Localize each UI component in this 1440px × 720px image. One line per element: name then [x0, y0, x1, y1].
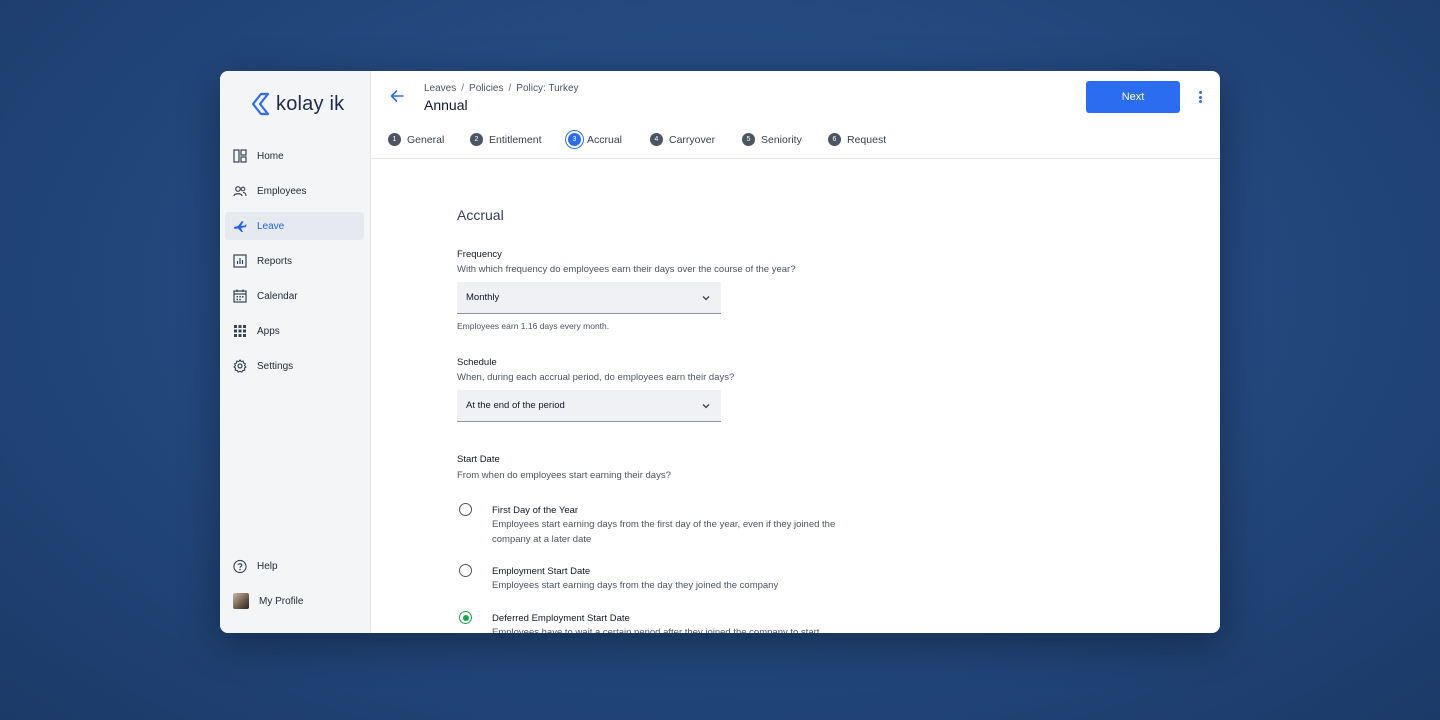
- step-number: 3: [568, 133, 581, 146]
- option-title: Deferred Employment Start Date: [492, 613, 630, 624]
- step-seniority[interactable]: 5 Seniority: [742, 133, 802, 146]
- option-description: Employees have to wait a certain period …: [492, 627, 820, 633]
- schedule-value: At the end of the period: [466, 400, 565, 411]
- schedule-label: Schedule: [457, 357, 497, 368]
- brand-logo[interactable]: kolay ik: [250, 91, 344, 117]
- step-general[interactable]: 1 General: [388, 133, 444, 146]
- sidebar-item-my-profile[interactable]: My Profile: [225, 587, 364, 615]
- step-label: Carryover: [669, 133, 716, 146]
- sidebar-item-home[interactable]: Home: [225, 142, 364, 170]
- back-button[interactable]: [389, 88, 405, 104]
- step-label: Entitlement: [489, 133, 542, 146]
- sidebar-item-label: My Profile: [259, 595, 304, 607]
- step-number: 5: [742, 133, 755, 146]
- breadcrumb-policy[interactable]: Policy: Turkey: [516, 83, 578, 94]
- dashboard-icon: [233, 149, 247, 163]
- sidebar-item-reports[interactable]: Reports: [225, 247, 364, 275]
- main-content: Leaves / Policies / Policy: Turkey Annua…: [371, 71, 1220, 633]
- calendar-icon: [233, 289, 247, 303]
- step-entitlement[interactable]: 2 Entitlement: [470, 133, 542, 146]
- frequency-hint: Employees earn 1.16 days every month.: [457, 321, 610, 331]
- sidebar-item-label: Home: [257, 150, 284, 162]
- option-description: Employees start earning days from the da…: [492, 580, 779, 591]
- step-label: Accrual: [587, 133, 623, 146]
- avatar: [233, 593, 249, 609]
- breadcrumb-leaves[interactable]: Leaves: [424, 83, 456, 94]
- more-options-icon[interactable]: [1195, 89, 1205, 105]
- section-title: Accrual: [457, 207, 504, 223]
- brand-name: kolay ik: [276, 92, 345, 115]
- sidebar-item-label: Apps: [257, 325, 280, 337]
- sidebar: kolay ik Home Employees Leave Reports Ca…: [220, 71, 371, 633]
- breadcrumb-separator: /: [461, 83, 465, 94]
- sidebar-item-label: Settings: [257, 360, 294, 372]
- sidebar-item-label: Employees: [257, 185, 307, 197]
- chevron-down-icon: [702, 404, 710, 409]
- option-title: First Day of the Year: [492, 505, 579, 516]
- page-title: Annual: [424, 97, 468, 113]
- schedule-description: When, during each accrual period, do emp…: [457, 372, 735, 383]
- radio-first-day-of-year[interactable]: [459, 503, 472, 516]
- help-icon: [233, 559, 247, 573]
- sidebar-item-help[interactable]: Help: [225, 552, 364, 580]
- bar-chart-icon: [233, 254, 247, 268]
- frequency-select[interactable]: Monthly: [457, 282, 721, 314]
- frequency-label: Frequency: [457, 249, 502, 260]
- radio-employment-start-date[interactable]: [459, 564, 472, 577]
- chevron-down-icon: [702, 296, 710, 301]
- start-date-description: From when do employees start earning the…: [457, 470, 671, 481]
- frequency-value: Monthly: [466, 292, 500, 303]
- step-label: General: [407, 133, 445, 146]
- option-description: Employees start earning days from the fi…: [492, 519, 836, 545]
- step-number: 4: [650, 133, 663, 146]
- people-icon: [233, 184, 247, 198]
- schedule-select[interactable]: At the end of the period: [457, 390, 721, 422]
- grid-icon: [233, 324, 247, 338]
- sidebar-item-leave[interactable]: Leave: [225, 212, 364, 240]
- gear-icon: [233, 359, 247, 373]
- start-date-label: Start Date: [457, 454, 500, 465]
- breadcrumb: Leaves / Policies / Policy: Turkey: [424, 83, 579, 94]
- header: Leaves / Policies / Policy: Turkey Annua…: [371, 71, 1220, 159]
- breadcrumb-separator: /: [508, 83, 512, 94]
- sidebar-item-settings[interactable]: Settings: [225, 352, 364, 380]
- radio-deferred-employment-start-date[interactable]: [459, 611, 472, 624]
- app-window: kolay ik Home Employees Leave Reports Ca…: [220, 71, 1220, 633]
- step-accrual[interactable]: 3 Accrual: [568, 133, 622, 146]
- step-number: 2: [470, 133, 483, 146]
- sidebar-item-label: Leave: [257, 220, 285, 232]
- frequency-description: With which frequency do employees earn t…: [457, 264, 796, 275]
- sidebar-item-label: Calendar: [257, 290, 298, 302]
- logo-mark-icon: [251, 92, 270, 116]
- step-number: 6: [828, 133, 841, 146]
- step-number: 1: [388, 133, 401, 146]
- step-request[interactable]: 6 Request: [828, 133, 886, 146]
- step-label: Request: [847, 133, 887, 146]
- sidebar-item-calendar[interactable]: Calendar: [225, 282, 364, 310]
- airplane-icon: [233, 219, 247, 233]
- breadcrumb-policies[interactable]: Policies: [469, 83, 503, 94]
- step-carryover[interactable]: 4 Carryover: [650, 133, 715, 146]
- sidebar-item-label: Reports: [257, 255, 293, 267]
- arrow-left-icon: [390, 90, 404, 102]
- sidebar-item-employees[interactable]: Employees: [225, 177, 364, 205]
- next-button[interactable]: Next: [1086, 81, 1180, 113]
- option-title: Employment Start Date: [492, 566, 591, 577]
- step-label: Seniority: [761, 133, 802, 146]
- sidebar-item-label: Help: [257, 560, 278, 572]
- sidebar-item-apps[interactable]: Apps: [225, 317, 364, 345]
